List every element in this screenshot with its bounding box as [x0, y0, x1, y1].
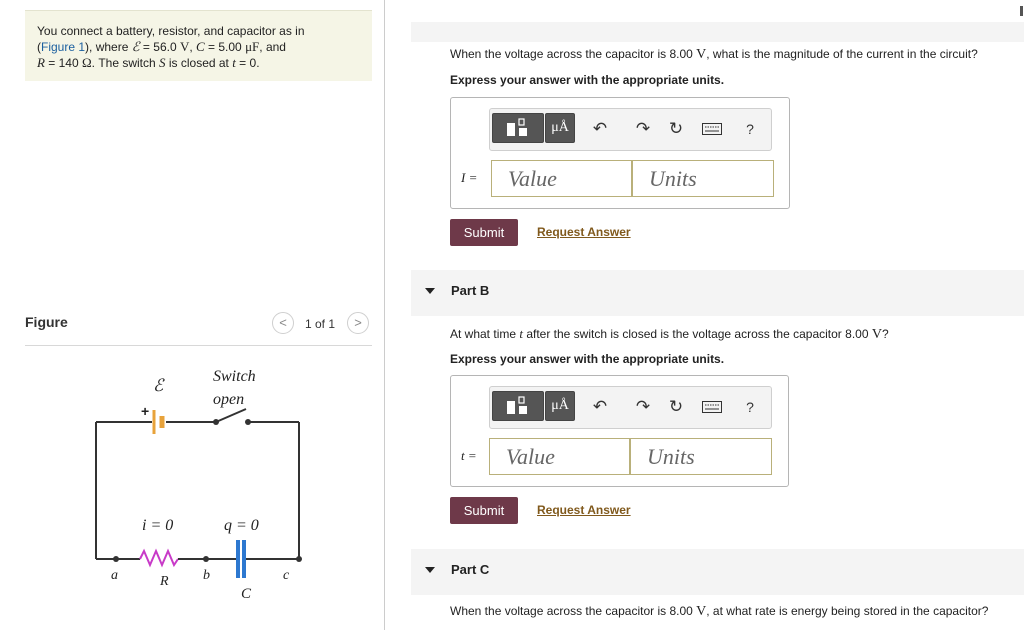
part-a-variable-label: I =: [461, 170, 478, 185]
switch-contact: [245, 419, 251, 425]
resistance-value: = 140: [44, 56, 82, 70]
battery-plus-sign: +: [141, 403, 149, 419]
undo-icon[interactable]: ↶: [588, 117, 612, 141]
part-a-instruction: Express your answer with the appropriate…: [450, 73, 725, 87]
part-a-question-prefix: When the voltage across the capacitor is…: [450, 47, 697, 61]
current-label: i = 0: [142, 517, 173, 534]
part-b-question: At what time t after the switch is close…: [450, 326, 889, 343]
templates-glyph-icon: [507, 396, 527, 414]
problem-line-2: (Figure 1), where ℰ = 56.0 V, C = 5.00 μ…: [37, 39, 286, 54]
resistor-label: R: [159, 574, 169, 589]
units-button[interactable]: μÅ: [545, 391, 575, 421]
problem-switch-text: . The switch: [91, 56, 160, 70]
node-c: [296, 556, 302, 562]
keyboard-glyph-icon: [702, 401, 722, 413]
capacitance-symbol: C: [196, 39, 205, 54]
part-b-question-mid: after the switch is closed is the voltag…: [522, 327, 872, 341]
part-a-units-input[interactable]: Units: [632, 160, 774, 197]
part-c-question-unit: V: [696, 604, 707, 619]
figure-header: Figure < 1 of 1 >: [25, 312, 372, 346]
node-b-label: b: [203, 568, 210, 583]
circuit-diagram: + ℰ Switch open i = 0 q = 0 a R b c C: [95, 368, 302, 602]
part-c-collapse-icon: [425, 567, 435, 573]
problem-line-3: R = 140 Ω. The switch S is closed at t =…: [37, 55, 360, 71]
part-b-question-prefix: At what time: [450, 327, 520, 341]
capacitance-value: = 5.00: [204, 40, 246, 54]
figure-prev-button[interactable]: <: [272, 312, 294, 334]
undo-icon[interactable]: ↶: [588, 395, 612, 419]
part-b-question-unit: V: [871, 327, 882, 342]
reset-icon[interactable]: ↻: [664, 117, 688, 141]
part-c-header[interactable]: Part C: [411, 549, 1024, 595]
part-b-value-input[interactable]: Value: [489, 438, 630, 475]
part-b-header[interactable]: Part B: [411, 270, 1024, 316]
part-b-submit-button[interactable]: Submit: [450, 497, 518, 524]
switch-state-label: open: [213, 391, 244, 408]
reset-icon[interactable]: ↻: [664, 395, 688, 419]
resistance-symbol: R: [37, 55, 45, 70]
part-a-submit-button[interactable]: Submit: [450, 219, 518, 246]
problem-closed-text: is closed at: [165, 56, 233, 70]
part-b-toolbar: μÅ ↶ ↷ ↻ ?: [489, 386, 772, 429]
part-b-instruction: Express your answer with the appropriate…: [450, 352, 725, 366]
emf-value: = 56.0: [139, 40, 180, 54]
emf-symbol: ℰ: [131, 39, 140, 54]
figure-link[interactable]: Figure 1: [41, 40, 85, 54]
part-a-question: When the voltage across the capacitor is…: [450, 47, 978, 63]
part-a-toolbar: μÅ ↶ ↷ ↻ ?: [489, 108, 772, 151]
part-a-request-answer-link[interactable]: Request Answer: [537, 225, 631, 239]
switch-blade: [215, 408, 247, 423]
problem-text-where: ), where: [85, 40, 132, 54]
part-c-label: Part C: [451, 562, 490, 577]
part-a-question-unit: V: [696, 47, 707, 62]
emf-unit: V: [179, 39, 190, 54]
part-b-label: Part B: [451, 283, 490, 298]
keyboard-icon[interactable]: [700, 117, 724, 141]
charge-label: q = 0: [224, 517, 259, 534]
problem-and: , and: [259, 40, 286, 54]
templates-icon[interactable]: [492, 391, 544, 421]
figure-title: Figure: [25, 314, 68, 330]
redo-icon[interactable]: ↷: [631, 395, 655, 419]
keyboard-icon[interactable]: [700, 395, 724, 419]
templates-glyph-icon: [507, 118, 527, 136]
part-c-question: When the voltage across the capacitor is…: [450, 604, 988, 620]
part-a-question-suffix: , what is the magnitude of the current i…: [706, 47, 978, 61]
figure-next-button[interactable]: >: [347, 312, 369, 334]
figure-page-count: 1 of 1: [305, 317, 336, 331]
part-a-value-input[interactable]: Value: [491, 160, 632, 197]
help-button[interactable]: ?: [738, 395, 762, 419]
part-b-units-input[interactable]: Units: [630, 438, 772, 475]
keyboard-glyph-icon: [702, 123, 722, 135]
part-b-answer-panel: μÅ ↶ ↷ ↻ ? t = Value Units: [450, 375, 789, 487]
emf-label: ℰ: [153, 376, 165, 395]
resistor: [139, 548, 179, 568]
part-c-question-prefix: When the voltage across the capacitor is…: [450, 604, 697, 618]
node-c-label: c: [283, 568, 290, 583]
part-a-header-strip: [411, 22, 1024, 42]
problem-line-1: You connect a battery, resistor, and cap…: [37, 23, 360, 39]
node-a-label: a: [111, 568, 118, 583]
units-button[interactable]: μÅ: [545, 113, 575, 143]
part-b-request-answer-link[interactable]: Request Answer: [537, 503, 631, 517]
redo-icon[interactable]: ↷: [631, 117, 655, 141]
part-a-answer-panel: μÅ ↶ ↷ ↻ ? I = Value Units: [450, 97, 790, 209]
templates-icon[interactable]: [492, 113, 544, 143]
part-b-question-suffix: ?: [881, 327, 889, 341]
corner-mark: [1020, 6, 1023, 16]
capacitance-unit: μF: [245, 39, 260, 54]
resistance-unit: Ω: [81, 55, 92, 70]
problem-text-1: You connect a battery, resistor, and cap…: [37, 24, 305, 38]
time-value: = 0.: [235, 56, 260, 70]
switch-label: Switch: [213, 368, 256, 385]
problem-statement: You connect a battery, resistor, and cap…: [25, 10, 372, 81]
help-button[interactable]: ?: [738, 117, 762, 141]
part-b-collapse-icon: [425, 288, 435, 294]
capacitor-label: C: [241, 586, 252, 602]
part-c-question-suffix: , at what rate is energy being stored in…: [706, 604, 989, 618]
column-divider: [384, 0, 385, 630]
part-b-variable-label: t =: [461, 448, 477, 463]
